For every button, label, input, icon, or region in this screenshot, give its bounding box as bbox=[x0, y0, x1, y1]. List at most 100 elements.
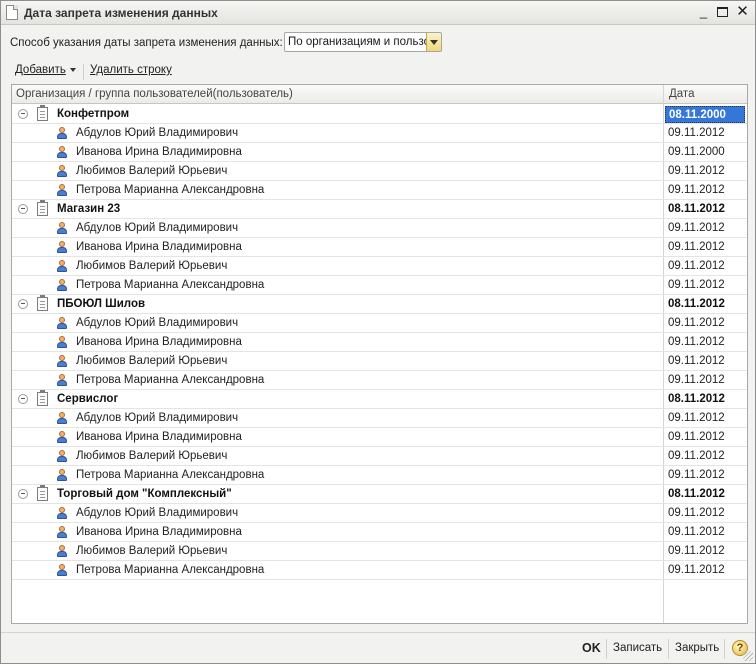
date-cell[interactable]: 09.11.2012 bbox=[668, 469, 725, 481]
table-row[interactable]: Любимов Валерий Юрьевич 09.11.2012 bbox=[12, 257, 747, 276]
date-cell[interactable]: 08.11.2012 bbox=[668, 298, 725, 310]
user-name: Любимов Валерий Юрьевич bbox=[76, 165, 228, 177]
user-name: Петрова Марианна Александровна bbox=[76, 184, 265, 196]
save-button[interactable]: Записать bbox=[613, 642, 662, 654]
org-name: Торговый дом "Комплексный" bbox=[57, 488, 232, 500]
user-name: Любимов Валерий Юрьевич bbox=[76, 260, 228, 272]
title-bar[interactable]: Дата запрета изменения данных _ ✕ bbox=[1, 1, 755, 25]
date-cell[interactable]: 09.11.2000 bbox=[668, 146, 725, 158]
date-cell[interactable]: 09.11.2012 bbox=[668, 450, 725, 462]
date-cell[interactable]: 08.11.2000 bbox=[665, 106, 745, 123]
collapse-icon[interactable] bbox=[18, 204, 28, 214]
date-cell[interactable]: 09.11.2012 bbox=[668, 564, 725, 576]
user-name: Абдулов Юрий Владимирович bbox=[76, 507, 239, 519]
date-cell[interactable]: 09.11.2012 bbox=[668, 526, 725, 538]
table-row[interactable]: Абдулов Юрий Владимирович 09.11.2012 bbox=[12, 409, 747, 428]
table-row[interactable]: Любимов Валерий Юрьевич 09.11.2012 bbox=[12, 447, 747, 466]
date-cell[interactable]: 09.11.2012 bbox=[668, 317, 725, 329]
footer-separator bbox=[724, 639, 725, 659]
date-cell[interactable]: 09.11.2012 bbox=[668, 165, 725, 177]
document-list-icon bbox=[37, 105, 48, 121]
user-icon bbox=[57, 241, 67, 253]
document-list-icon bbox=[37, 295, 48, 311]
user-name: Любимов Валерий Юрьевич bbox=[76, 450, 228, 462]
document-list-icon bbox=[37, 390, 48, 406]
date-cell[interactable]: 09.11.2012 bbox=[668, 412, 725, 424]
date-cell[interactable]: 09.11.2012 bbox=[668, 545, 725, 557]
column-header-date[interactable]: Дата bbox=[669, 88, 694, 100]
table-row[interactable]: Иванова Ирина Владимировна 09.11.2012 bbox=[12, 333, 747, 352]
date-cell[interactable]: 09.11.2012 bbox=[668, 507, 725, 519]
date-cell[interactable]: 09.11.2012 bbox=[668, 431, 725, 443]
user-icon bbox=[57, 222, 67, 234]
user-icon bbox=[57, 260, 67, 272]
user-name: Иванова Ирина Владимировна bbox=[76, 241, 242, 253]
add-button-label: Добавить bbox=[15, 64, 66, 76]
collapse-icon[interactable] bbox=[18, 109, 28, 119]
table-row[interactable]: Петрова Марианна Александровна 09.11.2012 bbox=[12, 181, 747, 200]
method-select[interactable]: По организациям и пользо bbox=[284, 32, 442, 52]
dialog-window: Дата запрета изменения данных _ ✕ Способ… bbox=[0, 0, 756, 664]
user-icon bbox=[57, 469, 67, 481]
table-row[interactable]: Петрова Марианна Александровна 09.11.2012 bbox=[12, 371, 747, 390]
table-row[interactable]: Петрова Марианна Александровна 09.11.2012 bbox=[12, 561, 747, 580]
close-window-button[interactable]: ✕ bbox=[734, 4, 751, 21]
date-cell[interactable]: 09.11.2012 bbox=[668, 279, 725, 291]
user-icon bbox=[57, 127, 67, 139]
table-row-group[interactable]: Магазин 23 08.11.2012 bbox=[12, 200, 747, 219]
add-button[interactable]: Добавить bbox=[15, 64, 76, 76]
table-header: Организация / группа пользователей(польз… bbox=[12, 85, 747, 104]
restriction-table[interactable]: Организация / группа пользователей(польз… bbox=[11, 84, 748, 624]
date-cell[interactable]: 09.11.2012 bbox=[668, 355, 725, 367]
ok-button[interactable]: OK bbox=[582, 641, 601, 655]
table-row[interactable]: Абдулов Юрий Владимирович 09.11.2012 bbox=[12, 314, 747, 333]
chevron-down-icon[interactable] bbox=[426, 33, 441, 51]
user-icon bbox=[57, 526, 67, 538]
date-cell[interactable]: 09.11.2012 bbox=[668, 336, 725, 348]
date-cell[interactable]: 09.11.2012 bbox=[668, 127, 725, 139]
date-cell[interactable]: 09.11.2012 bbox=[668, 260, 725, 272]
table-row-group[interactable]: ПБОЮЛ Шилов 08.11.2012 bbox=[12, 295, 747, 314]
table-row[interactable]: Иванова Ирина Владимировна 09.11.2012 bbox=[12, 523, 747, 542]
date-cell[interactable]: 09.11.2012 bbox=[668, 241, 725, 253]
table-row-group[interactable]: Конфетпром 08.11.2000 bbox=[12, 105, 747, 124]
table-row[interactable]: Иванова Ирина Владимировна 09.11.2000 bbox=[12, 143, 747, 162]
footer-separator bbox=[668, 639, 669, 659]
date-cell[interactable]: 08.11.2012 bbox=[668, 488, 725, 500]
table-row[interactable]: Любимов Валерий Юрьевич 09.11.2012 bbox=[12, 542, 747, 561]
column-header-org[interactable]: Организация / группа пользователей(польз… bbox=[16, 88, 293, 100]
dropdown-arrow-icon bbox=[69, 67, 76, 72]
table-row[interactable]: Абдулов Юрий Владимирович 09.11.2012 bbox=[12, 124, 747, 143]
table-row[interactable]: Любимов Валерий Юрьевич 09.11.2012 bbox=[12, 352, 747, 371]
delete-row-button[interactable]: Удалить строку bbox=[90, 64, 172, 76]
minimize-button[interactable]: _ bbox=[695, 4, 712, 21]
date-cell[interactable]: 09.11.2012 bbox=[668, 184, 725, 196]
collapse-icon[interactable] bbox=[18, 489, 28, 499]
user-icon bbox=[57, 355, 67, 367]
window-title: Дата запрета изменения данных bbox=[24, 6, 218, 20]
collapse-icon[interactable] bbox=[18, 299, 28, 309]
table-row[interactable]: Иванова Ирина Владимировна 09.11.2012 bbox=[12, 238, 747, 257]
date-cell[interactable]: 09.11.2012 bbox=[668, 374, 725, 386]
table-row[interactable]: Иванова Ирина Владимировна 09.11.2012 bbox=[12, 428, 747, 447]
table-row[interactable]: Любимов Валерий Юрьевич 09.11.2012 bbox=[12, 162, 747, 181]
document-icon bbox=[6, 5, 18, 20]
collapse-icon[interactable] bbox=[18, 394, 28, 404]
date-cell[interactable]: 08.11.2012 bbox=[668, 203, 725, 215]
close-button[interactable]: Закрыть bbox=[675, 642, 719, 654]
table-row[interactable]: Абдулов Юрий Владимирович 09.11.2012 bbox=[12, 219, 747, 238]
org-name: ПБОЮЛ Шилов bbox=[57, 298, 146, 310]
user-icon bbox=[57, 165, 67, 177]
table-row[interactable]: Петрова Марианна Александровна 09.11.2012 bbox=[12, 466, 747, 485]
date-cell[interactable]: 09.11.2012 bbox=[668, 222, 725, 234]
date-cell[interactable]: 08.11.2012 bbox=[668, 393, 725, 405]
user-name: Иванова Ирина Владимировна bbox=[76, 336, 242, 348]
maximize-button[interactable] bbox=[714, 4, 731, 21]
table-row-group[interactable]: Торговый дом "Комплексный" 08.11.2012 bbox=[12, 485, 747, 504]
table-row[interactable]: Абдулов Юрий Владимирович 09.11.2012 bbox=[12, 504, 747, 523]
resize-grip[interactable] bbox=[743, 651, 753, 661]
table-row-group[interactable]: Сервислог 08.11.2012 bbox=[12, 390, 747, 409]
user-name: Абдулов Юрий Владимирович bbox=[76, 127, 239, 139]
table-row[interactable]: Петрова Марианна Александровна 09.11.2012 bbox=[12, 276, 747, 295]
table-body: Конфетпром 08.11.2000 Абдулов Юрий Владими… bbox=[12, 105, 747, 580]
